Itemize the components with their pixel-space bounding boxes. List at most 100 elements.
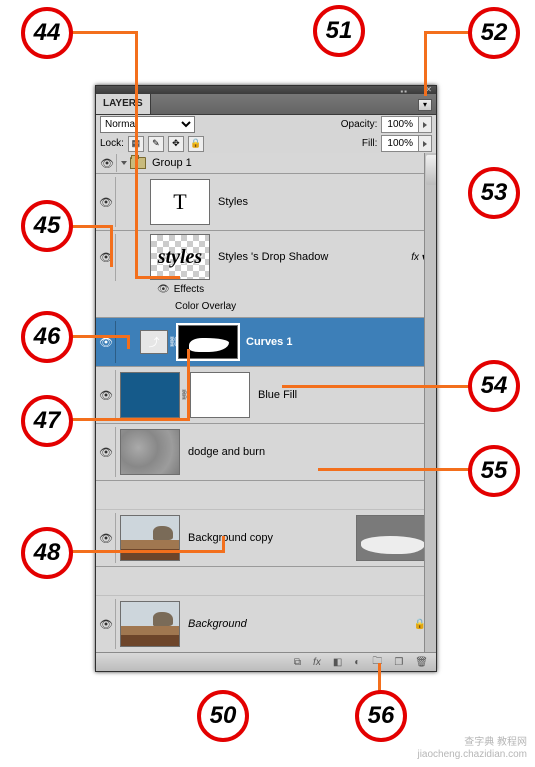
- fx-icon: fx: [411, 252, 419, 263]
- callout-48: 48: [21, 527, 73, 579]
- fill-layer-thumb: [120, 372, 180, 418]
- leader-line: [424, 31, 470, 34]
- scroll-thumb[interactable]: [426, 155, 436, 185]
- layer-name[interactable]: Background: [188, 618, 247, 630]
- leader-line: [70, 550, 225, 553]
- eye-icon[interactable]: 👁: [99, 389, 113, 402]
- link-layers-icon[interactable]: ⧉: [294, 657, 301, 668]
- lock-fill-row: Lock: ▦ ✎ ✥ 🔒 Fill: 100%: [96, 134, 436, 154]
- lock-all-icon[interactable]: 🔒: [188, 136, 204, 152]
- layer-row-bluefill[interactable]: 👁 ⛓ Blue Fill: [96, 367, 436, 424]
- layer-row-styles-shadow[interactable]: 👁 styles Styles 's Drop Shadow fx▾ 👁 Eff…: [96, 231, 436, 318]
- layer-name[interactable]: Blue Fill: [258, 389, 297, 401]
- shadow-layer-thumb: styles: [150, 234, 210, 280]
- lock-pixels-icon[interactable]: ✎: [148, 136, 164, 152]
- effects-label: Effects: [174, 284, 204, 295]
- list-gap: [96, 481, 436, 510]
- leader-line: [135, 31, 138, 276]
- leader-line: [127, 335, 130, 349]
- fx-icon[interactable]: fx: [313, 657, 321, 668]
- callout-52: 52: [468, 7, 520, 59]
- bg-thumb: [120, 601, 180, 647]
- callout-56: 56: [355, 690, 407, 742]
- layer-list: 👁 Group 1 👁 T Styles 👁 styles Styles 's …: [96, 153, 436, 653]
- scrollbar[interactable]: [424, 153, 436, 653]
- fill-flyout-icon[interactable]: [418, 136, 431, 151]
- watermark-line1: 查字典 教程网: [417, 737, 527, 749]
- opacity-field[interactable]: 100%: [381, 116, 432, 133]
- list-gap: [96, 567, 436, 596]
- opacity-label: Opacity:: [341, 119, 378, 130]
- panel-grip[interactable]: ▪▪ ✕: [96, 86, 436, 94]
- mask-icon[interactable]: ◧: [333, 657, 342, 668]
- leader-line: [135, 276, 180, 279]
- callout-53: 53: [468, 167, 520, 219]
- leader-line: [222, 536, 225, 553]
- new-layer-icon[interactable]: ❐: [394, 657, 403, 668]
- leader-line: [70, 335, 130, 338]
- opacity-value: 100%: [382, 119, 418, 130]
- opacity-flyout-icon[interactable]: [418, 117, 431, 132]
- fx-color-overlay-row[interactable]: Color Overlay: [175, 299, 236, 314]
- layers-bottom-toolbar: ⧉ fx ◧ ◐ 🗀 ❐ 🗑: [96, 652, 436, 671]
- layers-tab[interactable]: LAYERS: [96, 94, 151, 114]
- fill-label: Fill:: [362, 138, 378, 149]
- callout-44: 44: [21, 7, 73, 59]
- fill-value: 100%: [382, 138, 418, 149]
- layer-row-styles[interactable]: 👁 T Styles: [96, 174, 436, 231]
- leader-line: [424, 31, 427, 96]
- layer-row-curves[interactable]: 👁 ⤴ ⛓ Curves 1: [96, 318, 436, 367]
- blend-mode-select[interactable]: Normal: [100, 116, 195, 133]
- callout-55: 55: [468, 445, 520, 497]
- fill-mask-thumb[interactable]: [190, 372, 250, 418]
- lock-position-icon[interactable]: ✥: [168, 136, 184, 152]
- eye-icon[interactable]: 👁: [99, 196, 113, 209]
- group-name[interactable]: Group 1: [152, 157, 192, 169]
- panel-menu-icon[interactable]: ▾: [418, 99, 432, 111]
- bgcopy-mask-thumb[interactable]: [356, 515, 430, 561]
- layer-name[interactable]: dodge and burn: [188, 446, 265, 458]
- leader-line: [70, 225, 110, 228]
- color-overlay-label: Color Overlay: [175, 301, 236, 312]
- leader-line: [110, 225, 113, 267]
- fx-effects-row[interactable]: 👁 Effects: [157, 282, 204, 297]
- layer-name[interactable]: Background copy: [188, 532, 273, 544]
- folder-icon: [130, 157, 146, 169]
- panel-tabbar: LAYERS ▾: [96, 94, 436, 115]
- callout-46: 46: [21, 311, 73, 363]
- leader-line: [187, 349, 190, 421]
- layers-panel: ▪▪ ✕ LAYERS ▾ Normal Opacity: 100% Lock:…: [95, 85, 437, 672]
- leader-line: [318, 468, 470, 471]
- eye-icon[interactable]: 👁: [99, 532, 113, 545]
- curves-adj-icon: ⤴: [140, 330, 168, 354]
- layer-row-bg[interactable]: 👁 Background 🔒: [96, 596, 436, 653]
- leader-line: [70, 31, 138, 34]
- eye-icon[interactable]: 👁: [99, 446, 113, 459]
- fill-field[interactable]: 100%: [381, 135, 432, 152]
- eye-icon[interactable]: 👁: [99, 618, 113, 631]
- layer-name[interactable]: Curves 1: [246, 336, 292, 348]
- layer-name[interactable]: Styles 's Drop Shadow: [218, 251, 328, 263]
- layer-group-row[interactable]: 👁 Group 1: [96, 153, 436, 174]
- callout-51: 51: [313, 5, 365, 57]
- eye-icon[interactable]: 👁: [100, 157, 114, 170]
- adjustment-icon[interactable]: ◐: [354, 657, 360, 668]
- leader-line: [378, 663, 381, 691]
- callout-50: 50: [197, 690, 249, 742]
- blend-opacity-row: Normal Opacity: 100%: [96, 115, 436, 134]
- leader-line: [70, 418, 190, 421]
- eye-icon[interactable]: 👁: [157, 284, 170, 295]
- bgcopy-thumb: [120, 515, 180, 561]
- layer-name[interactable]: Styles: [218, 196, 248, 208]
- link-icon[interactable]: ⛓: [168, 337, 178, 348]
- layer-row-bgcopy[interactable]: 👁 Background copy: [96, 510, 436, 567]
- callout-54: 54: [468, 360, 520, 412]
- watermark: 查字典 教程网 jiaocheng.chazidian.com: [417, 737, 527, 761]
- layer-row-dodge[interactable]: 👁 dodge and burn: [96, 424, 436, 481]
- delete-layer-icon[interactable]: 🗑: [415, 657, 428, 668]
- leader-line: [282, 385, 470, 388]
- text-layer-thumb: T: [150, 179, 210, 225]
- disclosure-triangle-icon[interactable]: [121, 161, 127, 165]
- callout-45: 45: [21, 200, 73, 252]
- watermark-line2: jiaocheng.chazidian.com: [417, 749, 527, 761]
